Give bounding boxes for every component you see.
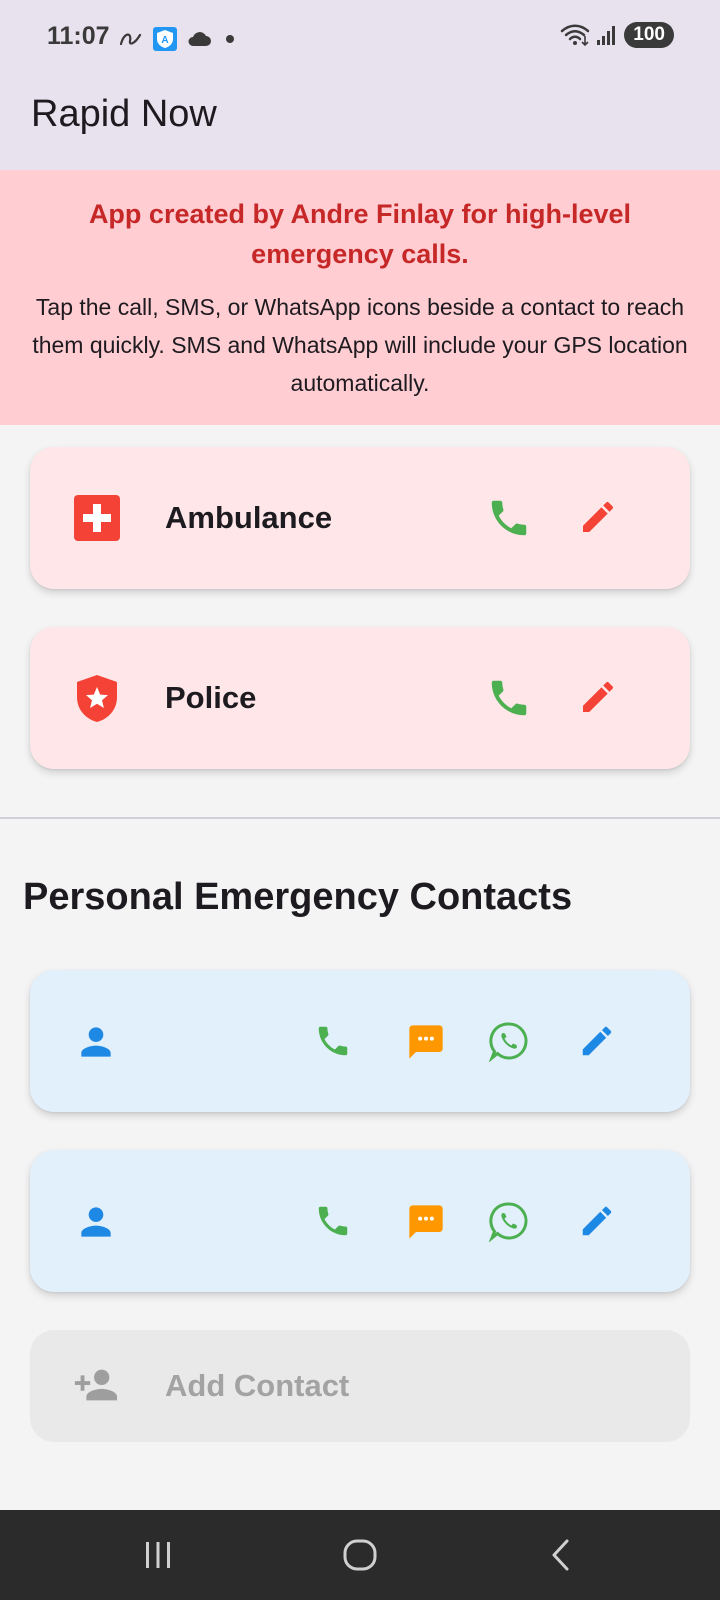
contact-name: Ambulance [165, 500, 333, 535]
person-icon [81, 1207, 111, 1237]
add-contact-button[interactable]: Add Contact [30, 1330, 690, 1442]
status-time: 11:07 [47, 22, 110, 50]
a-icon [119, 33, 142, 46]
recent-apps-icon[interactable] [143, 1540, 173, 1570]
back-icon[interactable] [548, 1538, 574, 1572]
add-person-icon [74, 1369, 118, 1401]
info-banner: App created by Andre Finlay for high-lev… [0, 170, 720, 425]
edit-icon[interactable] [578, 497, 618, 537]
contact-card-ambulance[interactable]: Ambulance [30, 447, 690, 589]
phone-icon[interactable] [486, 675, 532, 721]
whatsapp-icon[interactable] [488, 1200, 530, 1242]
wifi-icon [561, 24, 590, 47]
police-shield-icon [77, 675, 117, 722]
app-title: Rapid Now [31, 93, 217, 135]
personal-contact-card[interactable] [30, 970, 690, 1112]
phone-icon[interactable] [486, 495, 532, 541]
home-icon[interactable] [342, 1538, 378, 1572]
dot-icon [226, 35, 234, 43]
system-nav-bar [0, 1510, 720, 1600]
section-title: Personal Emergency Contacts [23, 876, 573, 918]
sms-icon[interactable] [406, 1202, 446, 1242]
status-right-icons: 100 [560, 22, 674, 48]
whatsapp-icon[interactable] [488, 1020, 530, 1062]
status-left-icons: A [118, 24, 240, 54]
edit-icon[interactable] [578, 677, 618, 717]
phone-icon[interactable] [314, 1022, 352, 1060]
battery-indicator: 100 [624, 22, 674, 48]
contact-card-police[interactable]: Police [30, 627, 690, 769]
person-icon [81, 1027, 111, 1057]
edit-icon[interactable] [578, 1022, 616, 1060]
banner-title: App created by Andre Finlay for high-lev… [88, 199, 632, 269]
section-divider [0, 817, 720, 819]
edit-icon[interactable] [578, 1202, 616, 1240]
status-bar: 11:07 A 100 [0, 0, 720, 78]
signal-icon [597, 26, 616, 45]
phone-icon[interactable] [314, 1202, 352, 1240]
personal-contact-card[interactable] [30, 1150, 690, 1292]
shield-a-icon: A [153, 27, 177, 51]
svg-text:A: A [161, 35, 168, 46]
banner-body: Tap the call, SMS, or WhatsApp icons bes… [32, 294, 688, 396]
cloud-icon [188, 32, 211, 46]
medical-cross-icon [74, 495, 120, 541]
add-contact-label: Add Contact [165, 1368, 350, 1403]
contact-name: Police [165, 680, 257, 715]
sms-icon[interactable] [406, 1022, 446, 1062]
